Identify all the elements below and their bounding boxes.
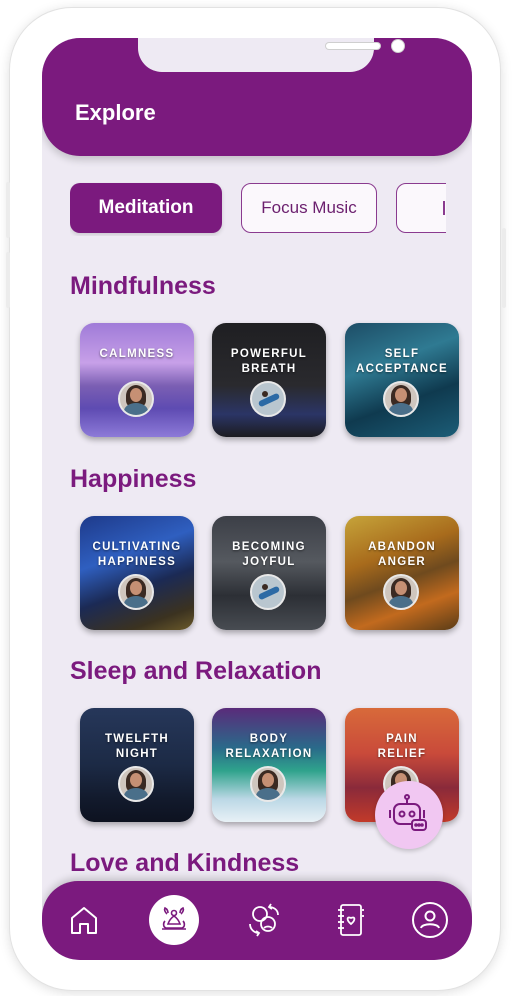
page-title: Explore [75, 100, 156, 125]
speaker-grille [326, 43, 380, 49]
card-calmness[interactable]: CALMNESS [80, 323, 194, 437]
card-body-relaxation[interactable]: BODY RELAXATION [212, 708, 326, 822]
avatar [250, 574, 286, 610]
tab-meditation[interactable]: Meditation [70, 183, 222, 233]
card-abandon-anger[interactable]: ABANDON ANGER [345, 516, 459, 630]
nav-journal[interactable] [325, 895, 375, 945]
card-label: BODY RELAXATION [225, 733, 313, 760]
card-label: CULTIVATING HAPPINESS [92, 541, 182, 568]
section-title-sleep-relaxation: Sleep and Relaxation [70, 657, 322, 685]
avatar [383, 574, 419, 610]
avatar [118, 381, 154, 417]
phone-side-button [6, 252, 10, 308]
bottom-nav [42, 881, 472, 960]
card-twelfth-night[interactable]: TWELFTH NIGHT [80, 708, 194, 822]
card-label: TWELFTH NIGHT [104, 733, 170, 760]
app-screen: Explore Meditation Focus Music Mindfulne… [42, 38, 472, 960]
tab-partial[interactable] [396, 183, 446, 233]
section-title-happiness: Happiness [70, 465, 197, 493]
people-connect-icon [249, 903, 279, 937]
profile-icon [412, 902, 448, 938]
avatar [118, 574, 154, 610]
chatbot-icon [389, 794, 427, 831]
phone-notch [138, 38, 404, 72]
phone-side-button [502, 228, 506, 308]
category-tabs: Meditation Focus Music [70, 182, 446, 236]
nav-community[interactable] [239, 895, 289, 945]
nav-profile[interactable] [405, 895, 455, 945]
phone-side-button [6, 182, 10, 238]
home-icon [71, 907, 97, 934]
avatar [118, 766, 154, 802]
section-title-mindfulness: Mindfulness [70, 272, 216, 300]
card-label: PAIN RELIEF [377, 733, 427, 760]
avatar [250, 381, 286, 417]
header-bar: Explore [42, 38, 472, 156]
section-title-love-kindness: Love and Kindness [70, 849, 300, 877]
meditation-lotus-icon [162, 906, 186, 930]
journal-icon [338, 904, 364, 936]
chatbot-button[interactable] [375, 781, 443, 849]
tab-focus-music[interactable]: Focus Music [241, 183, 377, 233]
nav-home[interactable] [59, 895, 109, 945]
card-powerful-breath[interactable]: POWERFUL BREATH [212, 323, 326, 437]
front-camera [392, 40, 404, 52]
card-label: SELF ACCEPTANCE [355, 348, 448, 375]
card-self-acceptance[interactable]: SELF ACCEPTANCE [345, 323, 459, 437]
card-becoming-joyful[interactable]: BECOMING JOYFUL [212, 516, 326, 630]
card-cultivating-happiness[interactable]: CULTIVATING HAPPINESS [80, 516, 194, 630]
card-label: ABANDON ANGER [368, 541, 436, 568]
nav-meditation[interactable] [149, 895, 199, 945]
card-label: CALMNESS [99, 348, 175, 360]
card-label: POWERFUL BREATH [230, 348, 308, 375]
avatar [250, 766, 286, 802]
avatar [383, 381, 419, 417]
card-label: BECOMING JOYFUL [232, 541, 306, 568]
